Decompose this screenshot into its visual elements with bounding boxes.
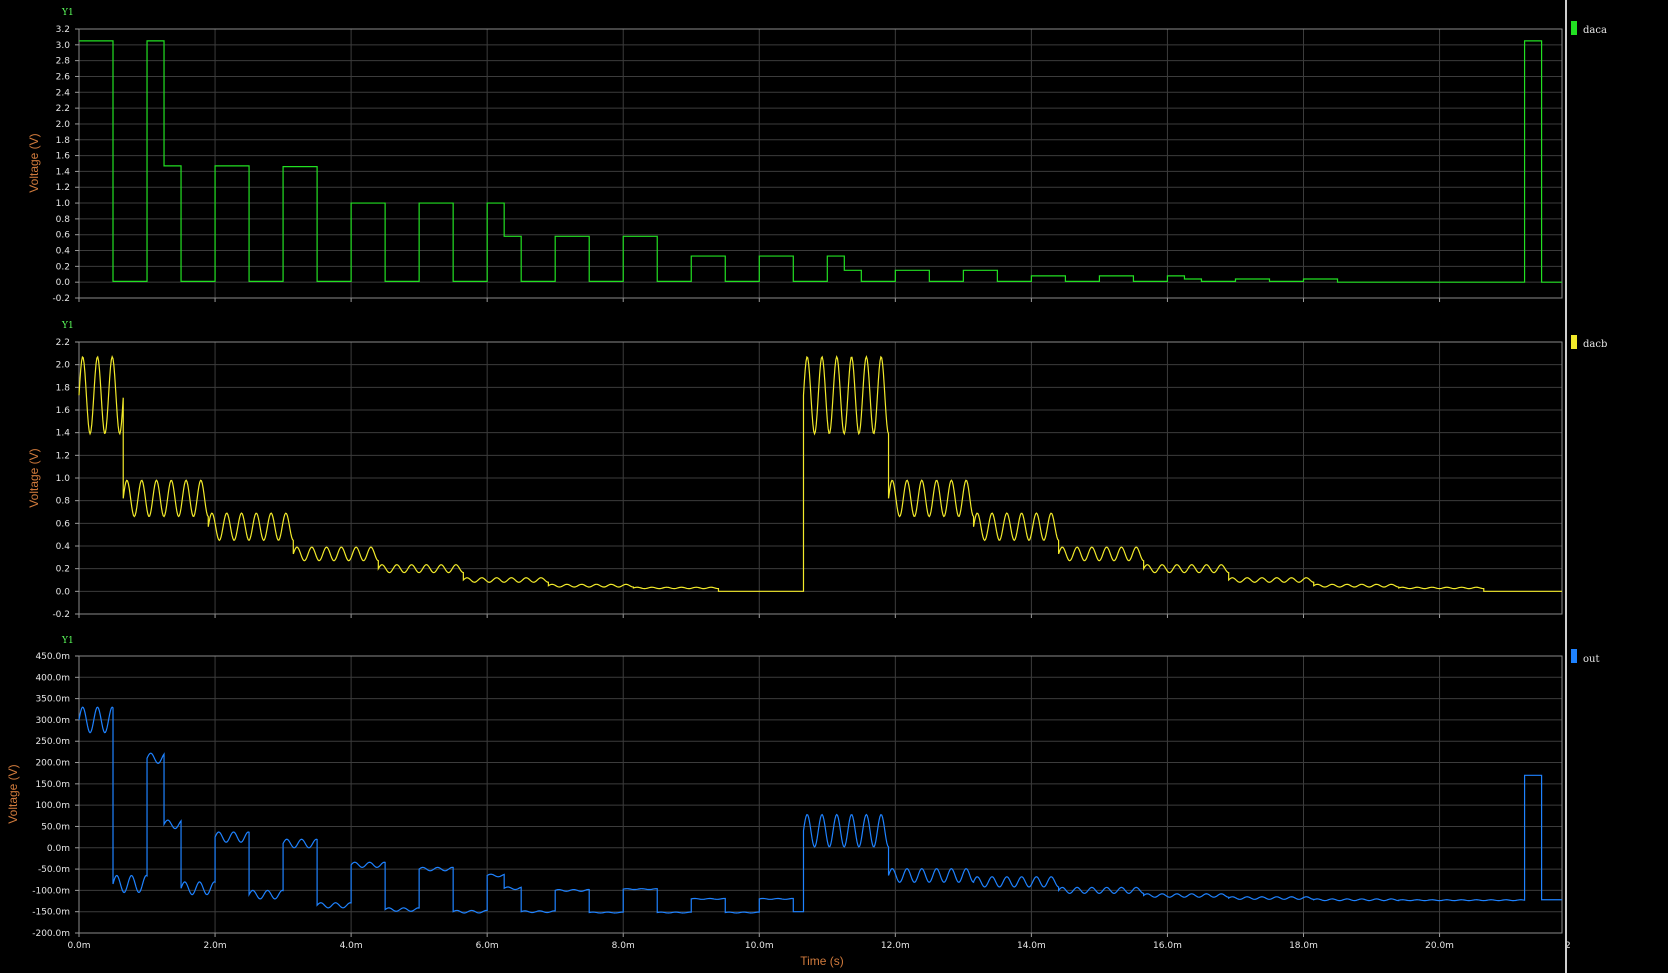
y-tick-label: 50.0m: [41, 822, 70, 832]
y-axis-tag: Y1: [61, 321, 74, 331]
y-tick-label: -0.2: [52, 294, 70, 304]
y-axis-tag: Y1: [61, 8, 74, 18]
y-tick-label: 1.4: [56, 167, 71, 177]
x-tick-label: 14.0m: [1017, 941, 1046, 951]
x-tick-label: 8.0m: [612, 941, 635, 951]
y-tick-label: 200.0m: [35, 759, 70, 769]
y-axis-label: Voltage (V): [6, 764, 20, 823]
y-tick-label: 250.0m: [35, 737, 70, 747]
y-tick-label: 350.0m: [35, 695, 70, 705]
y-axis-tag: Y1: [61, 636, 74, 646]
waveform-viewer: -0.2 0.0 0.2 0.4 0.6 0.8 1.0 1.2 1.4 1.6 1.8 2.0 2.2…: [0, 0, 1668, 973]
y-tick-label: -100.0m: [32, 886, 70, 896]
y-tick-label: 0.0: [56, 587, 71, 597]
y-tick-label: -0.2: [52, 610, 70, 620]
y-tick-label: 2.6: [56, 72, 71, 82]
y-tick-label: 0.8: [56, 497, 71, 507]
y-tick-label: -50.0m: [38, 865, 70, 875]
y-tick-label: 2.8: [56, 57, 71, 67]
y-tick-label: 300.0m: [35, 716, 70, 726]
y-tick-label: 0.2: [56, 565, 70, 575]
y-tick-label: 150.0m: [35, 780, 70, 790]
x-tick-label: 20.0m: [1425, 941, 1454, 951]
y-tick-label: 2.0: [56, 120, 71, 130]
y-tick-label: 3.0: [56, 41, 71, 51]
y-tick-label: 1.2: [56, 451, 70, 461]
x-tick-label: 6.0m: [476, 941, 499, 951]
y-tick-label: 1.6: [56, 152, 71, 162]
legend-label-dacb[interactable]: dacb: [1583, 339, 1607, 350]
y-axis-label: Voltage (V): [27, 133, 41, 192]
legend-swatch-daca: [1571, 21, 1577, 35]
legend-swatch-out: [1571, 649, 1577, 663]
y-tick-label: 450.0m: [35, 652, 70, 662]
x-tick-label: 0.0m: [67, 941, 90, 951]
x-tick-label: 10.0m: [745, 941, 774, 951]
x-axis-label: Time (s): [800, 954, 844, 968]
y-tick-label: 2.2: [56, 338, 70, 348]
x-tick-label: 4.0m: [340, 941, 363, 951]
y-tick-label: 0.4: [56, 542, 71, 552]
legend-swatch-dacb: [1571, 335, 1577, 349]
y-tick-label: 1.4: [56, 429, 71, 439]
y-tick-label: 2.2: [56, 104, 70, 114]
y-tick-label: 2.4: [56, 88, 71, 98]
y-tick-label: 1.8: [56, 136, 71, 146]
y-tick-label: -150.0m: [32, 908, 70, 918]
legend-label-daca[interactable]: daca: [1583, 25, 1607, 36]
y-tick-label: 100.0m: [35, 801, 70, 811]
y-tick-label: 1.6: [56, 406, 71, 416]
y-axis-label: Voltage (V): [27, 448, 41, 507]
x-tick-label: 2.0m: [204, 941, 227, 951]
y-tick-label: 0.8: [56, 215, 71, 225]
y-tick-label: 0.6: [56, 231, 71, 241]
y-tick-label: 2.0: [56, 361, 71, 371]
y-tick-label: 3.2: [56, 25, 70, 35]
y-tick-label: 0.4: [56, 247, 71, 257]
y-tick-label: 0.2: [56, 262, 70, 272]
y-tick-label: 1.2: [56, 183, 70, 193]
y-tick-label: 0.0m: [47, 844, 70, 854]
y-tick-label: 1.8: [56, 383, 71, 393]
y-tick-label: 0.0: [56, 278, 71, 288]
y-tick-label: -200.0m: [32, 929, 70, 939]
x-tick-label: 12.0m: [881, 941, 910, 951]
y-tick-label: 1.0: [56, 474, 71, 484]
y-tick-label: 1.0: [56, 199, 71, 209]
x-tick-label: 16.0m: [1153, 941, 1182, 951]
y-tick-label: 0.6: [56, 519, 71, 529]
y-tick-label: 400.0m: [35, 673, 70, 683]
x-tick-label: 18.0m: [1289, 941, 1318, 951]
legend-label-out[interactable]: out: [1583, 654, 1599, 665]
